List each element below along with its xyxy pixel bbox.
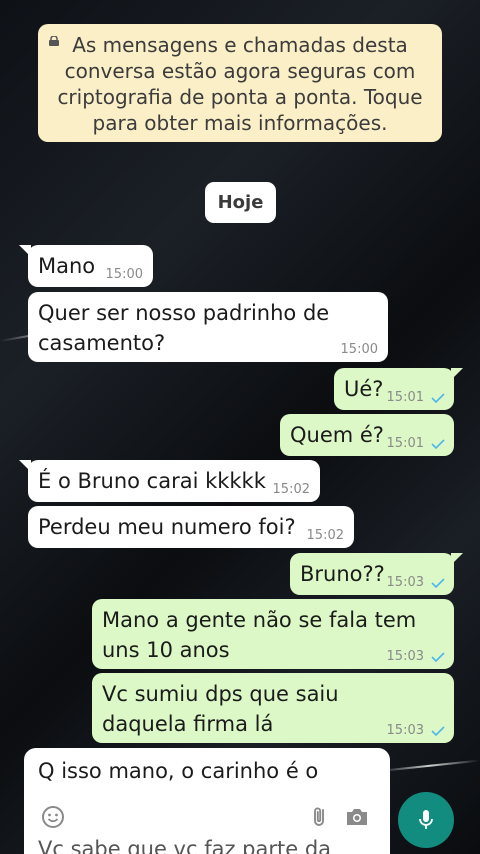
check-icon (431, 578, 445, 589)
emoji-button[interactable] (38, 802, 68, 832)
check-icon (431, 439, 445, 450)
lock-icon (49, 36, 59, 46)
message-incoming[interactable]: Mano 15:00 (19, 245, 153, 287)
message-time: 15:03 (386, 649, 424, 664)
message-text: É o Bruno carai kkkkk (38, 469, 266, 493)
message-time: 15:00 (105, 267, 143, 282)
message-time: 15:00 (340, 342, 378, 357)
encryption-banner-text: As mensagens e chamadas desta conversa e… (57, 33, 423, 135)
message-text: Quer ser nosso padrinho de casamento? (38, 301, 330, 355)
message-text: Bruno?? (300, 562, 385, 586)
background-streak (379, 759, 480, 772)
message-time: 15:01 (386, 436, 424, 451)
attach-icon (314, 807, 324, 826)
mic-button[interactable] (398, 792, 454, 848)
message-text: Mano a gente não se fala tem uns 10 anos (102, 608, 417, 662)
message-outgoing[interactable]: Bruno?? 15:03 (290, 553, 463, 595)
mic-icon (419, 810, 433, 829)
message-time: 15:02 (306, 528, 344, 543)
message-input-text: Q isso mano, o carinho é o (38, 759, 319, 783)
message-input-text-overflow: Vc sabe que vc faz parte da (38, 837, 332, 854)
message-input[interactable]: Q isso mano, o carinho é o Vc sabe que v… (24, 748, 390, 854)
message-text: Perdeu meu numero foi? (38, 515, 296, 539)
check-icon (431, 652, 445, 663)
message-text: Ué? (344, 377, 384, 401)
check-icon (431, 726, 445, 737)
message-text: Quem é? (290, 423, 384, 447)
camera-icon (347, 809, 367, 825)
bubble-tail (19, 245, 31, 257)
encryption-banner[interactable]: As mensagens e chamadas desta conversa e… (38, 24, 442, 142)
message-time: 15:01 (386, 390, 424, 405)
bubble-tail (451, 368, 463, 380)
message-time: 15:03 (386, 723, 424, 738)
emoji-icon (42, 806, 64, 828)
message-outgoing[interactable]: Mano a gente não se fala tem uns 10 anos… (92, 599, 454, 669)
message-incoming[interactable]: É o Bruno carai kkkkk 15:02 (19, 460, 320, 502)
date-separator: Hoje (205, 182, 276, 223)
message-incoming[interactable]: Quer ser nosso padrinho de casamento? 15… (28, 292, 388, 362)
bubble-tail (19, 460, 31, 472)
message-text: Mano (38, 254, 96, 278)
check-icon (431, 393, 445, 404)
attach-button[interactable] (304, 802, 334, 832)
message-outgoing[interactable]: Vc sumiu dps que saiu daquela firma lá 1… (92, 673, 454, 743)
bubble-tail (451, 553, 463, 565)
message-outgoing[interactable]: Ué? 15:01 (334, 368, 463, 410)
message-incoming[interactable]: Perdeu meu numero foi? 15:02 (28, 506, 354, 548)
bubble-tail (24, 748, 27, 760)
message-outgoing[interactable]: Quem é? 15:01 (280, 414, 454, 456)
camera-button[interactable] (342, 802, 372, 832)
message-text: Vc sumiu dps que saiu daquela firma lá (102, 682, 339, 736)
message-time: 15:02 (272, 482, 310, 497)
message-time: 15:03 (386, 575, 424, 590)
